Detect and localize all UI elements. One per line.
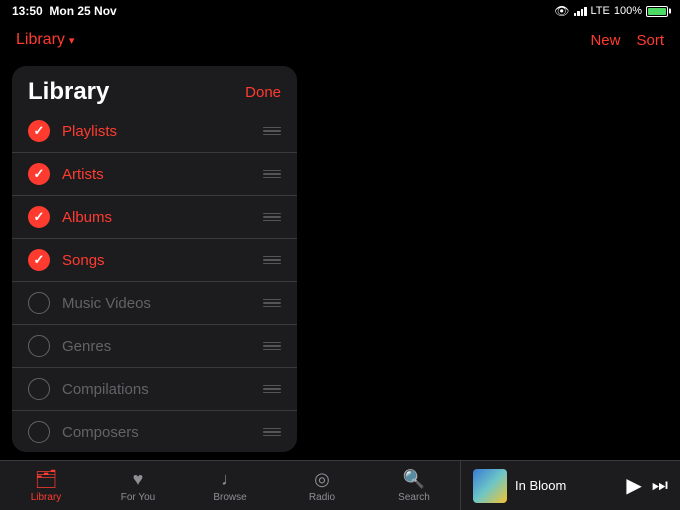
new-button[interactable]: New (590, 32, 620, 49)
library-label: Library (16, 31, 65, 49)
skip-forward-button[interactable]: ⏭ (652, 475, 668, 496)
done-button[interactable]: Done (245, 84, 281, 101)
panel-title: Library (28, 78, 109, 106)
tab-library[interactable]: 🗂 Library (0, 461, 92, 510)
status-indicators: 👁 LTE 100% (554, 4, 668, 18)
now-playing-bar[interactable]: In Bloom ▶ ⏭ (460, 461, 680, 510)
signal-bars (574, 6, 587, 16)
tab-browse[interactable]: ♩ Browse (184, 461, 276, 510)
library-dropdown[interactable]: Library ▾ (16, 31, 74, 49)
library-panel: Library Done Playlists Artists Albums Songs… (12, 66, 297, 452)
tab-icon-library: 🗂 (35, 469, 58, 490)
item-label-composers: Composers (62, 424, 263, 441)
drag-handle-albums[interactable] (263, 213, 281, 222)
item-label-artists: Artists (62, 166, 263, 183)
check-icon-albums (28, 206, 50, 228)
drag-handle-songs[interactable] (263, 256, 281, 265)
item-label-music-videos: Music Videos (62, 295, 263, 312)
check-icon-music-videos (28, 292, 50, 314)
check-icon-songs (28, 249, 50, 271)
tab-icon-radio: ◎ (314, 469, 330, 490)
item-label-albums: Albums (62, 209, 263, 226)
tab-label-search: Search (398, 492, 430, 503)
track-name: In Bloom (515, 478, 618, 493)
tab-for-you[interactable]: ♥ For You (92, 461, 184, 510)
sort-button[interactable]: Sort (636, 32, 664, 49)
track-info: In Bloom (515, 478, 618, 493)
tab-items: 🗂 Library ♥ For You ♩ Browse ◎ Radio 🔍 Search (0, 461, 460, 510)
album-art (473, 469, 507, 503)
top-header: Library ▾ New Sort (0, 22, 680, 58)
battery-percent: 100% (614, 5, 642, 17)
check-icon-composers (28, 421, 50, 443)
tab-label-browse: Browse (213, 492, 246, 503)
drag-handle-genres[interactable] (263, 342, 281, 351)
library-list: Playlists Artists Albums Songs Music Videos G… (12, 110, 297, 452)
item-label-songs: Songs (62, 252, 263, 269)
panel-header: Library Done (12, 66, 297, 110)
tab-label-for-you: For You (121, 492, 155, 503)
eye-icon: 👁 (554, 4, 569, 18)
item-label-genres: Genres (62, 338, 263, 355)
tab-label-radio: Radio (309, 492, 335, 503)
drag-handle-composers[interactable] (263, 428, 281, 437)
library-item-genres[interactable]: Genres (12, 325, 297, 368)
battery-icon (646, 6, 668, 17)
library-item-albums[interactable]: Albums (12, 196, 297, 239)
playback-controls: ▶ ⏭ (626, 473, 668, 498)
tab-radio[interactable]: ◎ Radio (276, 461, 368, 510)
tab-icon-for-you: ♥ (133, 469, 144, 490)
status-time-date: 13:50 Mon 25 Nov (12, 4, 117, 18)
drag-handle-compilations[interactable] (263, 385, 281, 394)
check-icon-artists (28, 163, 50, 185)
library-item-music-videos[interactable]: Music Videos (12, 282, 297, 325)
tab-bar: 🗂 Library ♥ For You ♩ Browse ◎ Radio 🔍 Search In … (0, 460, 680, 510)
drag-handle-playlists[interactable] (263, 127, 281, 136)
chevron-down-icon: ▾ (69, 34, 75, 47)
status-bar: 13:50 Mon 25 Nov 👁 LTE 100% (0, 0, 680, 22)
lte-label: LTE (591, 5, 610, 17)
item-label-compilations: Compilations (62, 381, 263, 398)
library-item-compilations[interactable]: Compilations (12, 368, 297, 411)
library-item-artists[interactable]: Artists (12, 153, 297, 196)
tab-icon-browse: ♩ (221, 469, 239, 490)
check-icon-playlists (28, 120, 50, 142)
library-item-composers[interactable]: Composers (12, 411, 297, 452)
library-item-songs[interactable]: Songs (12, 239, 297, 282)
dark-area (297, 58, 680, 460)
drag-handle-music-videos[interactable] (263, 299, 281, 308)
play-button[interactable]: ▶ (626, 473, 641, 498)
drag-handle-artists[interactable] (263, 170, 281, 179)
tab-icon-search: 🔍 (403, 469, 425, 490)
tab-label-library: Library (31, 492, 62, 503)
item-label-playlists: Playlists (62, 123, 263, 140)
library-item-playlists[interactable]: Playlists (12, 110, 297, 153)
check-icon-genres (28, 335, 50, 357)
check-icon-compilations (28, 378, 50, 400)
tab-search[interactable]: 🔍 Search (368, 461, 460, 510)
header-actions: New Sort (590, 32, 664, 49)
main-area: Library Done Playlists Artists Albums Songs… (0, 58, 680, 460)
